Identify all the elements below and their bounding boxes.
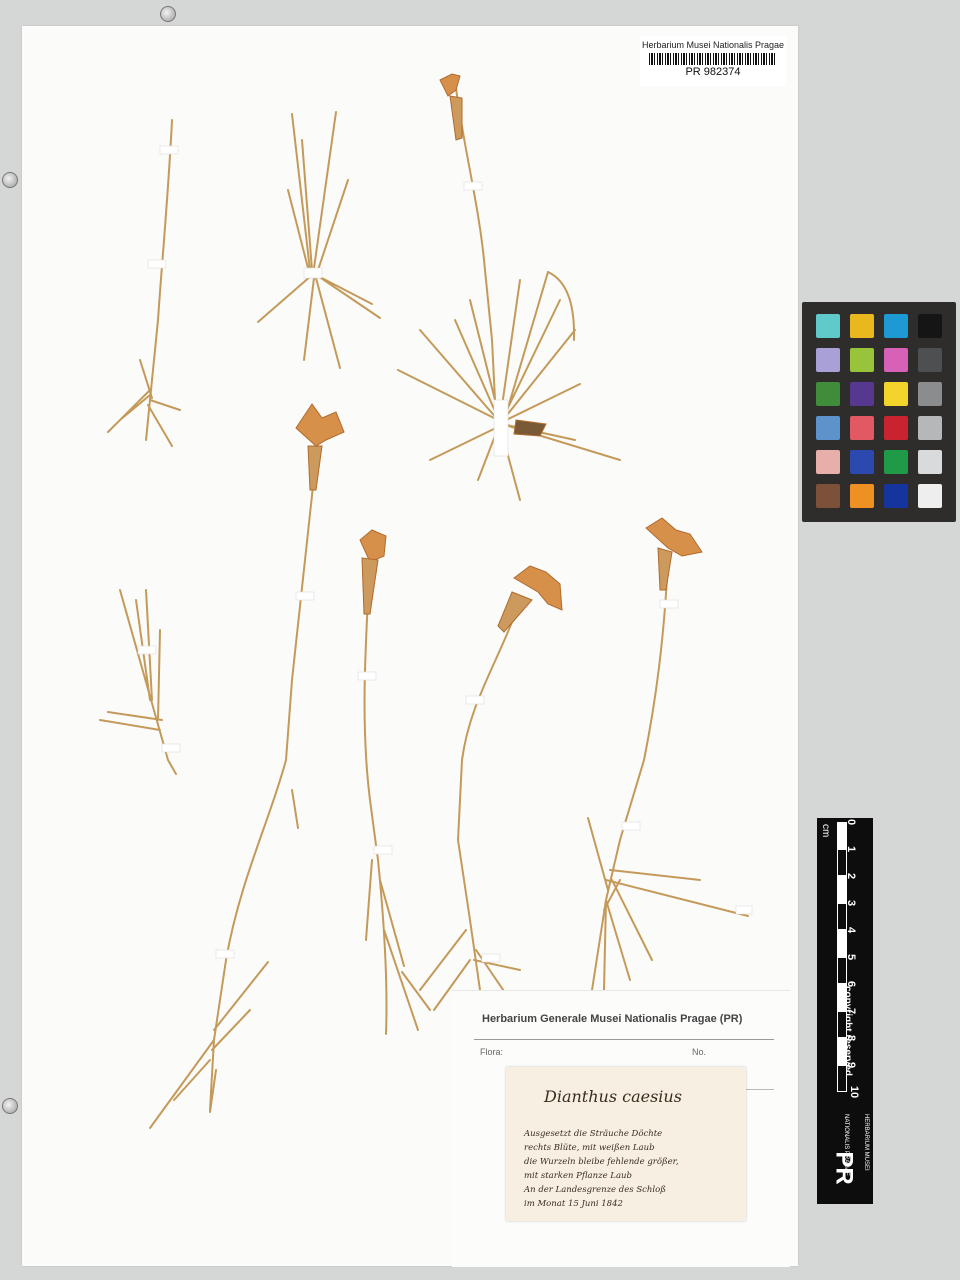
color-patch [816,416,840,440]
ruler-number: 8 [845,1034,858,1042]
color-patch [918,484,942,508]
label-header: Herbarium Generale Musei Nationalis Prag… [482,1013,743,1025]
ruler-number: 4 [845,926,858,934]
color-patch [850,314,874,338]
handwritten-note-line: im Monat 15 Juni 1842 [524,1199,623,1209]
scale-ruler: cm copyright reserved PR HERBARIUM MUSEI… [817,818,873,1204]
color-patch [884,314,908,338]
handwritten-note-line: die Wurzeln bleibe fehlende größer, [524,1157,679,1167]
color-patch [816,348,840,372]
color-patch [884,484,908,508]
ruler-number: 9 [845,1061,858,1069]
ruler-number: 10 [848,1085,861,1099]
color-patch [884,382,908,406]
ruler-segment [837,903,847,930]
color-patch [850,484,874,508]
color-patch [918,348,942,372]
ruler-segment [837,876,847,903]
herbarium-label: Herbarium Generale Musei Nationalis Prag… [452,990,790,1267]
color-patch [884,416,908,440]
color-patch [918,314,942,338]
color-patch [918,416,942,440]
ruler-number: 6 [845,980,858,988]
ruler-number: 5 [845,953,858,961]
label-rule [474,1039,774,1040]
ruler-number: 0 [845,818,858,826]
color-calibration-card [802,302,956,522]
color-patch [816,314,840,338]
ruler-segment [837,1038,847,1065]
label-flora: Flora: [480,1047,504,1057]
ruler-logo-top: HERBARIUM MUSEI [863,1114,869,1171]
ruler-segment [837,1011,847,1038]
ruler-number: 3 [845,899,858,907]
color-patch [884,450,908,474]
color-patch [918,450,942,474]
color-patch [884,348,908,372]
ruler-unit: cm [820,824,831,838]
ruler-segment [837,822,847,849]
color-patch [850,348,874,372]
color-patch [850,416,874,440]
color-patch [816,382,840,406]
handwritten-note-line: An der Landesgrenze des Schloß [524,1185,666,1195]
taxon-name: Dianthus caesius [544,1087,682,1106]
handwritten-note-line: rechts Blüte, mit weißen Laub [524,1143,655,1153]
ruler-number: 7 [845,1007,858,1015]
color-patch [850,450,874,474]
color-patch [816,450,840,474]
handwritten-note-line: mit starken Pflanze Laub [524,1171,632,1181]
handwritten-slip: Dianthus caesius Ausgesetzt die Sträuche… [506,1067,746,1221]
label-number: No. [692,1047,707,1057]
ruler-segment [837,930,847,957]
color-patch [918,382,942,406]
ruler-number: 1 [845,845,858,853]
ruler-segment [837,1065,847,1092]
ruler-logo-bottom: NATIONALIS PRAGAE [843,1114,849,1176]
color-patch [816,484,840,508]
ruler-segment [837,849,847,876]
ruler-number: 2 [845,872,858,880]
ruler-segment [837,984,847,1011]
color-patch [850,382,874,406]
handwritten-note-line: Ausgesetzt die Sträuche Döchte [524,1129,663,1139]
ruler-segment [837,957,847,984]
